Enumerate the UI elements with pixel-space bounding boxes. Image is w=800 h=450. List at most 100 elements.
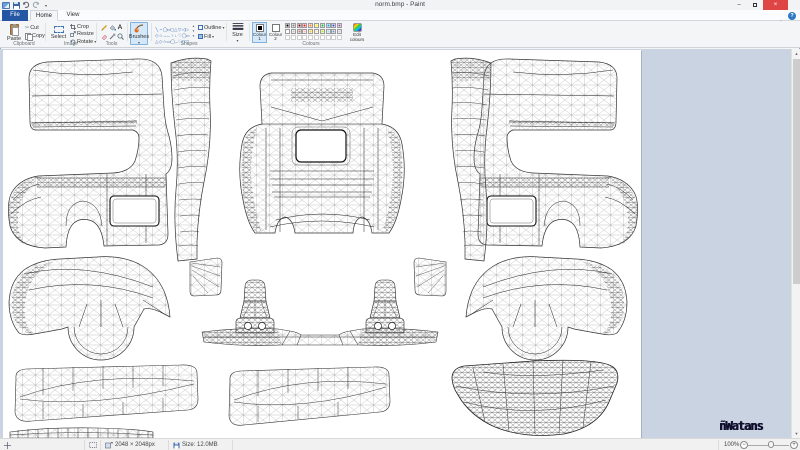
shape-outline-button[interactable]: Outline ▾	[198, 24, 224, 31]
palette-swatch-0-7[interactable]	[326, 23, 331, 28]
window-title: norm.bmp - Paint	[0, 0, 800, 10]
palette-swatch-1-1[interactable]	[291, 29, 296, 34]
line-size-icon	[232, 23, 244, 31]
palette-swatch-1-4[interactable]	[308, 29, 313, 34]
help-icon[interactable]: ?	[788, 12, 796, 20]
palette-swatch-2-3[interactable]	[302, 35, 307, 40]
outline-icon	[198, 25, 203, 30]
magnifier-tool[interactable]	[116, 32, 124, 40]
cut-button[interactable]: ✂ Cut	[25, 24, 39, 31]
pencil-icon	[101, 24, 108, 31]
palette-swatch-2-4[interactable]	[308, 35, 313, 40]
palette-swatch-1-5[interactable]	[314, 29, 319, 34]
paint-canvas[interactable]	[3, 50, 641, 438]
truck-template-wireframe	[3, 50, 641, 438]
scrollbar-thumb[interactable]	[793, 59, 800, 284]
shape-fill-button[interactable]: Fill ▾	[198, 33, 214, 40]
colour1-button[interactable]: Colour 1	[252, 22, 267, 43]
crop-icon	[70, 24, 76, 30]
collapse-ribbon-icon[interactable]	[777, 13, 785, 19]
close-button[interactable]: ×	[763, 0, 788, 10]
fill-label: Fill	[204, 34, 211, 40]
fill-swatch-icon	[198, 34, 203, 39]
brushes-button[interactable]: Brushes ▾	[130, 22, 148, 45]
text-icon: A	[118, 24, 123, 31]
resize-button[interactable]: Resize	[70, 31, 94, 38]
palette-swatch-0-0[interactable]	[285, 23, 290, 28]
cursor-position-indicator	[4, 439, 11, 450]
group-divider	[96, 23, 97, 41]
palette-swatch-0-1[interactable]	[291, 23, 296, 28]
group-divider	[45, 23, 46, 41]
pencil-tool[interactable]	[100, 23, 108, 31]
outline-caret: ▾	[222, 26, 224, 29]
palette-swatch-2-1[interactable]	[291, 35, 296, 40]
palette-swatch-1-7[interactable]	[326, 29, 331, 34]
palette-swatch-2-0[interactable]	[285, 35, 290, 40]
palette-swatch-0-5[interactable]	[314, 23, 319, 28]
zoom-out-button[interactable]: −	[740, 441, 748, 449]
palette-swatch-1-6[interactable]	[320, 29, 325, 34]
select-button[interactable]: Select	[49, 22, 68, 43]
tab-file[interactable]: File	[2, 10, 28, 21]
palette-swatch-1-3[interactable]	[302, 29, 307, 34]
palette-swatch-2-6[interactable]	[320, 35, 325, 40]
eraser-icon	[101, 33, 108, 40]
tab-home[interactable]: Home	[30, 10, 58, 21]
crop-button[interactable]: Crop	[70, 23, 89, 30]
palette-swatch-1-2[interactable]	[297, 29, 302, 34]
statusbar: 2048 × 2048px Size: 12.0MB 100% − +	[0, 438, 800, 450]
palette-swatch-0-3[interactable]	[302, 23, 307, 28]
scroll-up-icon[interactable]: ▲	[792, 49, 800, 58]
text-tool[interactable]: A	[116, 23, 124, 31]
brushes-label: Brushes	[129, 34, 149, 40]
paste-icon	[10, 24, 19, 35]
eyedropper-icon	[109, 33, 116, 40]
titlebar[interactable]: ▾ norm.bmp - Paint – ×	[0, 0, 800, 10]
size-button[interactable]: Size ▾	[229, 22, 246, 43]
copy-icon	[25, 33, 31, 39]
clipboard-group-label: Clipboard	[5, 41, 43, 47]
color-picker-tool[interactable]	[108, 32, 116, 40]
size-caret: ▾	[236, 39, 238, 42]
shapes-scroll[interactable]: ▴▾▾	[191, 24, 196, 39]
fill-tool[interactable]	[108, 23, 116, 31]
palette-swatch-0-6[interactable]	[320, 23, 325, 28]
palette-swatch-0-4[interactable]	[308, 23, 313, 28]
palette-swatch-1-8[interactable]	[331, 29, 336, 34]
magnifier-icon	[117, 33, 124, 40]
vertical-scrollbar[interactable]: ▲ ▼	[791, 49, 800, 438]
palette-swatch-2-5[interactable]	[314, 35, 319, 40]
statusbar-separator	[168, 440, 169, 450]
palette-swatch-2-8[interactable]	[331, 35, 336, 40]
paste-button[interactable]: Paste	[5, 22, 23, 43]
outline-label: Outline	[204, 25, 221, 31]
eraser-tool[interactable]	[100, 32, 108, 40]
maximize-button[interactable]	[747, 0, 763, 10]
palette-swatch-1-0[interactable]	[285, 29, 290, 34]
zoom-level: 100%	[724, 439, 739, 450]
palette-swatch-2-9[interactable]	[337, 35, 342, 40]
palette-swatch-1-9[interactable]	[337, 29, 342, 34]
copy-button[interactable]: Copy	[25, 32, 45, 39]
palette-swatch-2-7[interactable]	[326, 35, 331, 40]
zoom-level-text: 100%	[724, 442, 739, 448]
palette-swatch-0-8[interactable]	[331, 23, 336, 28]
tab-view[interactable]: View	[60, 10, 86, 21]
edit-colours-button[interactable]: Edit colours	[346, 22, 368, 43]
zoom-in-button[interactable]: +	[790, 441, 798, 449]
zoom-slider-thumb[interactable]	[768, 441, 774, 448]
watermark: ñWatans	[719, 419, 763, 433]
group-divider	[151, 23, 152, 41]
palette-swatch-0-9[interactable]	[337, 23, 342, 28]
palette-swatch-0-2[interactable]	[297, 23, 302, 28]
minimize-button[interactable]: –	[731, 0, 747, 10]
scroll-down-icon[interactable]: ▼	[792, 429, 800, 438]
palette-swatch-2-2[interactable]	[297, 35, 302, 40]
colour2-button[interactable]: Colour 2	[268, 22, 283, 43]
copy-label: Copy	[32, 33, 45, 39]
statusbar-separator	[100, 440, 101, 450]
shapes-grid: ╲~◯▭◻△▽◁▷◇☆→←↑↓♡◯▭△◇☆▭◯→♡◻▽	[155, 24, 189, 42]
statusbar-separator	[232, 440, 233, 450]
resize-label: Resize	[77, 31, 94, 37]
